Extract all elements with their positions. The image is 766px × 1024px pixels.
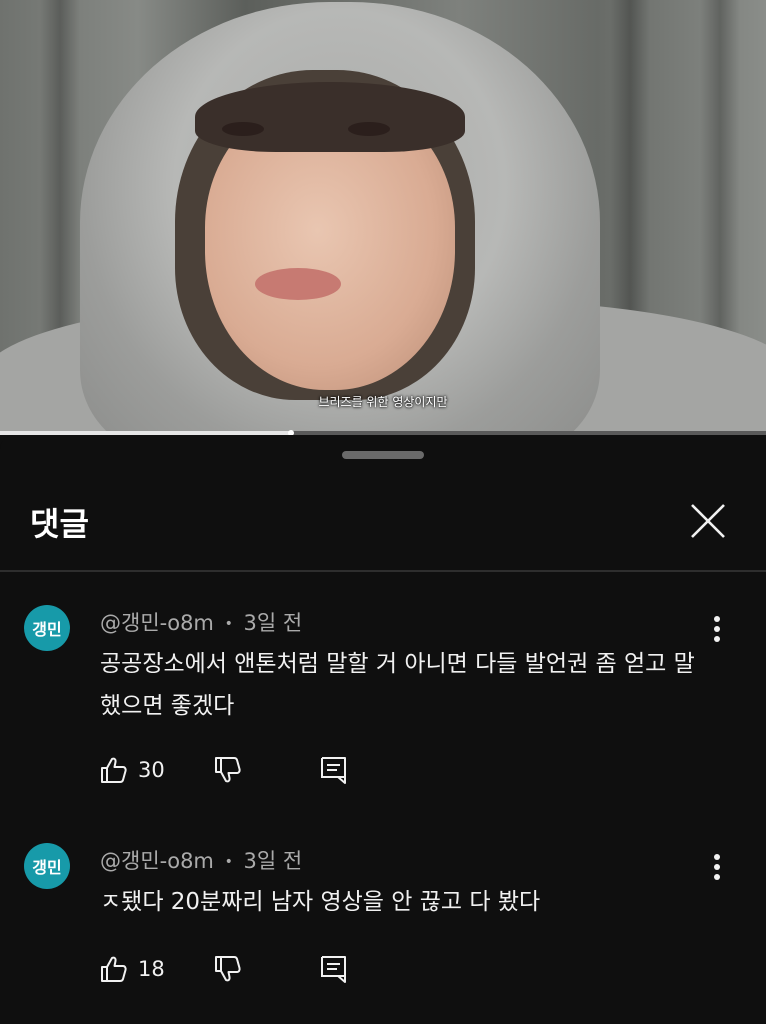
comment-meta: @갱민-o8m • 3일 전 [100, 607, 302, 637]
avatar-label: 갱민 [32, 858, 62, 877]
thumbs-up-icon [101, 956, 127, 982]
like-count: 18 [138, 957, 165, 981]
dislike-button[interactable] [212, 949, 244, 989]
like-button[interactable]: 18 [98, 949, 165, 989]
comment-author[interactable]: @갱민-o8m [100, 849, 214, 873]
comment-text: ㅈ됐다 20분짜리 남자 영상을 안 끊고 다 봤다 [100, 889, 541, 915]
reply-icon [321, 956, 346, 983]
video-player[interactable]: 브리즈를 위한 영상이지만 [0, 0, 766, 432]
reply-button[interactable] [318, 750, 350, 790]
hair [195, 82, 465, 152]
header-divider [0, 570, 766, 572]
like-count: 30 [138, 758, 165, 782]
close-icon [691, 504, 725, 538]
dislike-button[interactable] [212, 750, 244, 790]
avatar[interactable]: 갱민 [24, 843, 70, 889]
avatar[interactable]: 갱민 [24, 605, 70, 651]
thumbs-down-icon [215, 757, 241, 783]
left-eye [222, 122, 264, 136]
video-subtitle: 브리즈를 위한 영상이지만 [318, 395, 448, 409]
like-button[interactable]: 30 [98, 750, 165, 790]
comment-text: 공공장소에서 앤톤처럼 말할 거 아니면 다들 발언권 좀 얻고 말했으면 좋겠… [100, 651, 695, 719]
comments-title: 댓글 [30, 505, 89, 543]
reply-icon [321, 757, 346, 784]
drag-handle[interactable] [342, 451, 424, 459]
comment-time: 3일 전 [243, 611, 303, 635]
right-eye [348, 122, 390, 136]
close-button[interactable] [686, 499, 730, 543]
comment-time: 3일 전 [243, 849, 303, 873]
comments-sheet: 댓글 갱민 @갱민-o8m • 3일 전 공공장소에서 앤톤처럼 말할 거 아니… [0, 435, 766, 1024]
mouth [255, 268, 341, 300]
avatar-label: 갱민 [32, 620, 62, 639]
comment-meta: @갱민-o8m • 3일 전 [100, 845, 302, 875]
thumbs-up-icon [101, 757, 127, 783]
meta-separator: • [224, 854, 233, 870]
thumbs-down-icon [215, 956, 241, 982]
comment-author[interactable]: @갱민-o8m [100, 611, 214, 635]
reply-button[interactable] [318, 949, 350, 989]
meta-separator: • [224, 616, 233, 632]
